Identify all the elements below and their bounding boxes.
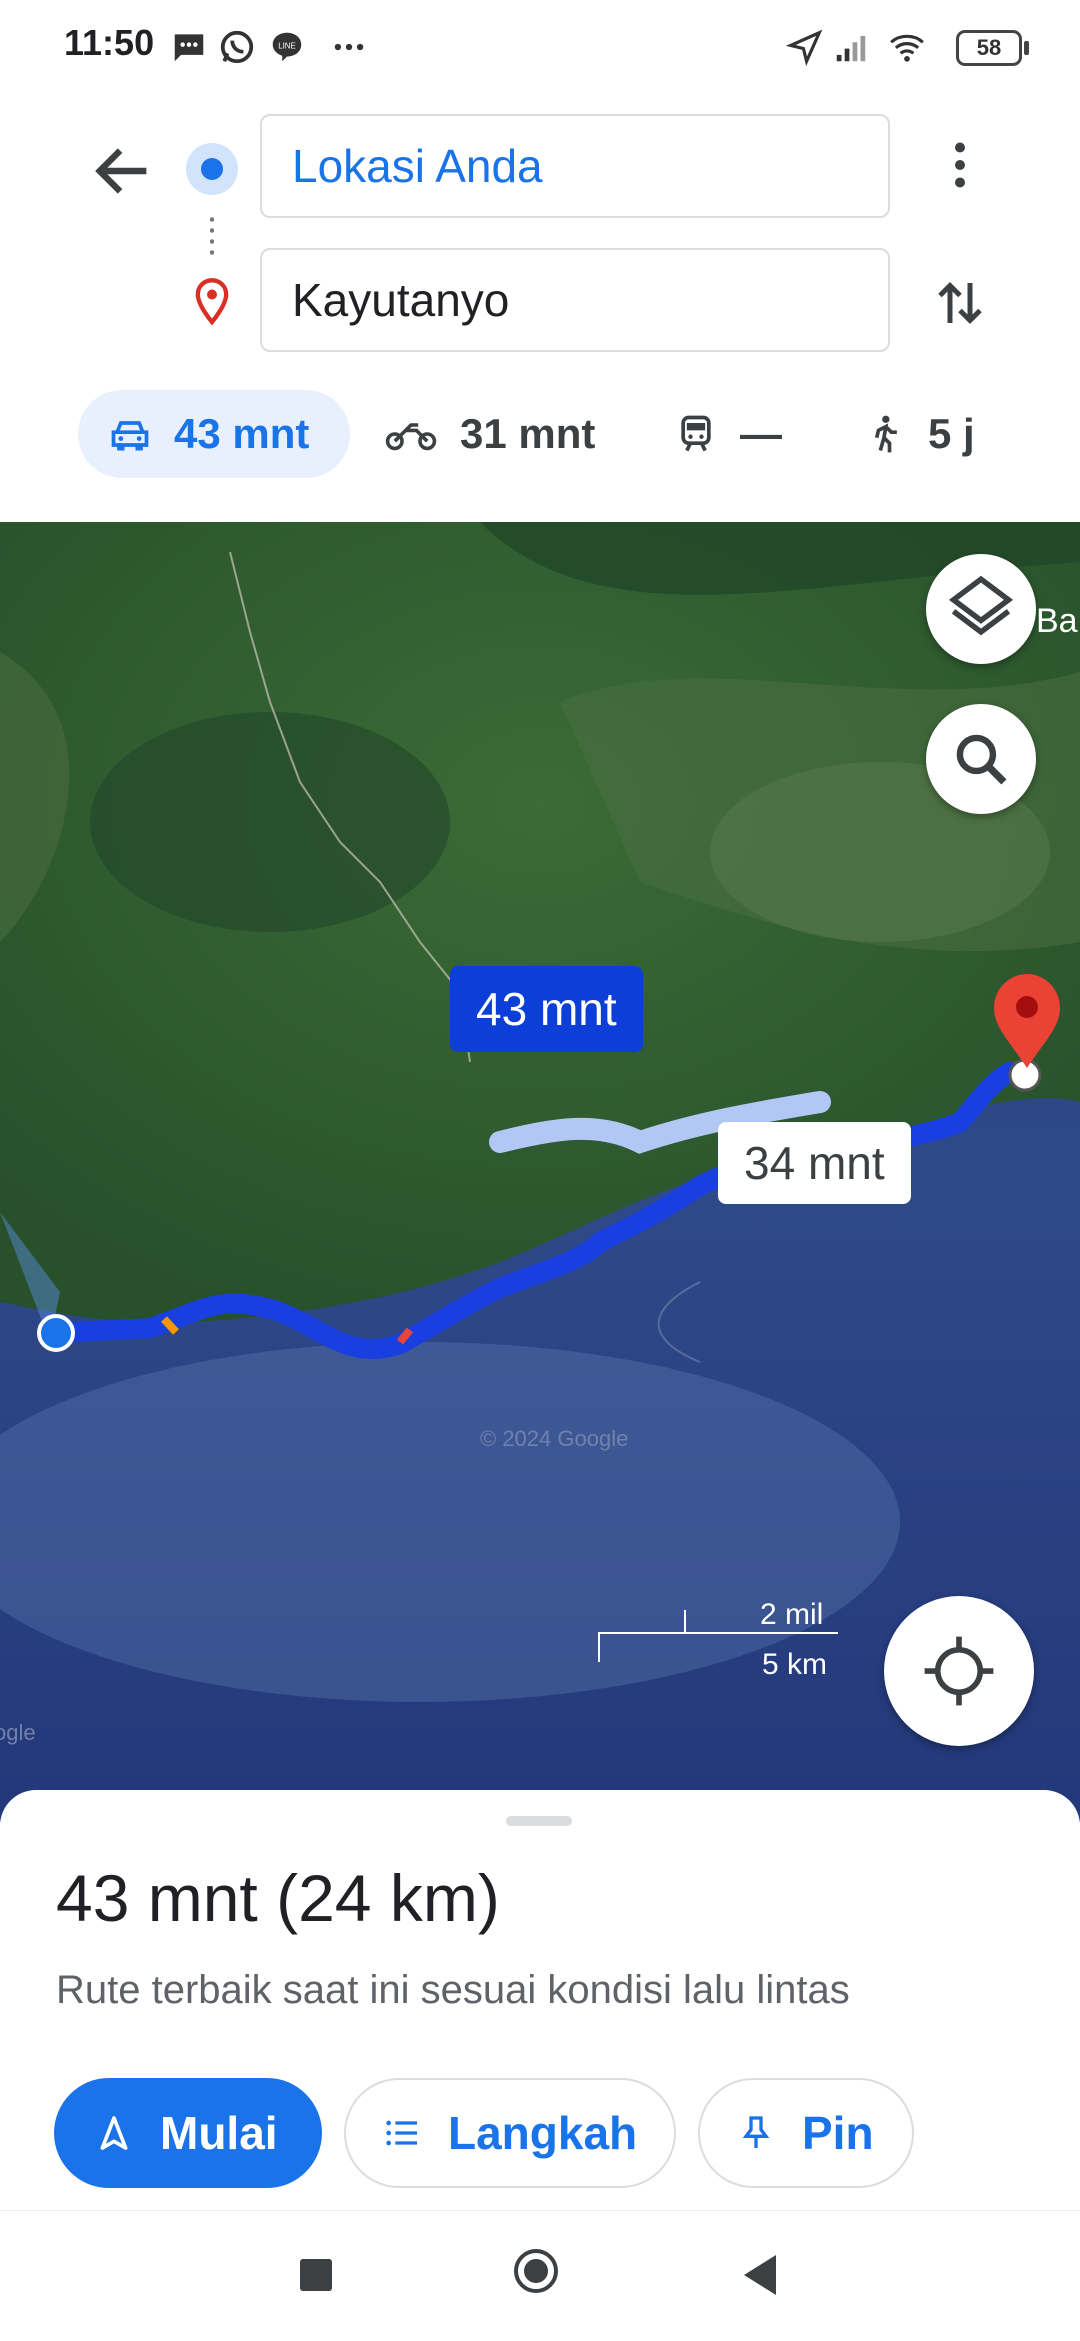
scale-bar: 2 mil 5 km bbox=[598, 1582, 838, 1681]
status-bar: 11:50 LINE 58 bbox=[0, 0, 1080, 100]
destination-pin-icon bbox=[195, 278, 229, 326]
route-time-label-alt[interactable]: 34 mnt bbox=[718, 1122, 911, 1204]
message-icon bbox=[174, 34, 204, 62]
scale-miles: 2 mil bbox=[760, 1598, 824, 1631]
origin-input[interactable]: Lokasi Anda bbox=[260, 114, 890, 218]
steps-button-label: Langkah bbox=[448, 2107, 638, 2159]
route-duration: 43 mnt bbox=[56, 1861, 258, 1935]
svg-text:LINE: LINE bbox=[278, 42, 296, 51]
pushpin-icon bbox=[742, 2116, 770, 2148]
more-vert-icon[interactable] bbox=[930, 130, 990, 200]
layers-icon bbox=[948, 575, 1014, 636]
motorcycle-icon bbox=[385, 423, 437, 451]
map-watermark-edge: ogle bbox=[0, 1720, 36, 1745]
tab-walking[interactable]: 5 j bbox=[862, 390, 975, 478]
route-connector bbox=[210, 214, 214, 258]
tab-motorcycle-label: 31 mnt bbox=[460, 410, 596, 457]
tab-walking-label: 5 j bbox=[928, 410, 975, 457]
start-button[interactable]: Mulai bbox=[54, 2078, 322, 2188]
route-description: Rute terbaik saat ini sesuai kondisi lal… bbox=[56, 1968, 850, 2012]
search-icon bbox=[956, 734, 1007, 785]
wifi-icon bbox=[890, 34, 924, 62]
origin-marker bbox=[37, 1314, 75, 1352]
tab-transit[interactable]: — bbox=[674, 390, 782, 478]
steps-button[interactable]: Langkah bbox=[344, 2078, 676, 2188]
car-icon bbox=[111, 421, 149, 451]
start-button-label: Mulai bbox=[160, 2107, 278, 2159]
tab-driving[interactable]: 43 mnt bbox=[78, 390, 350, 478]
route-time-label-primary[interactable]: 43 mnt bbox=[450, 966, 643, 1052]
crosshair-icon bbox=[924, 1636, 994, 1706]
layers-button[interactable] bbox=[926, 554, 1036, 664]
line-icon: LINE bbox=[272, 32, 302, 62]
tab-transit-label: — bbox=[740, 410, 782, 457]
destination-input[interactable]: Kayutanyo bbox=[260, 248, 890, 352]
back-nav-icon[interactable] bbox=[740, 2253, 780, 2297]
list-icon bbox=[386, 2120, 417, 2146]
pin-button[interactable]: Pin bbox=[698, 2078, 914, 2188]
map-view[interactable]: © 2024 Google ogle Ba 2 mil 5 km bbox=[0, 522, 1080, 1822]
my-location-button[interactable] bbox=[884, 1596, 1034, 1746]
route-distance: (24 km) bbox=[276, 1861, 500, 1935]
recents-icon[interactable] bbox=[300, 2259, 332, 2291]
map-watermark: © 2024 Google bbox=[480, 1426, 628, 1451]
sheet-drag-handle[interactable] bbox=[506, 1816, 572, 1826]
battery-icon: 58 bbox=[956, 30, 1029, 66]
train-icon bbox=[681, 415, 711, 452]
status-time: 11:50 bbox=[64, 22, 155, 63]
route-summary: 43 mnt (24 km) bbox=[56, 1860, 500, 1936]
tab-motorcycle[interactable]: 31 mnt bbox=[384, 390, 595, 478]
search-button[interactable] bbox=[926, 704, 1036, 814]
origin-dot-icon bbox=[186, 143, 238, 195]
swap-icon[interactable] bbox=[930, 268, 990, 338]
system-nav-bar bbox=[0, 2210, 1080, 2341]
scale-km: 5 km bbox=[762, 1648, 828, 1681]
signal-icon bbox=[836, 35, 866, 62]
location-arrow-icon bbox=[786, 29, 823, 66]
whatsapp-icon bbox=[220, 30, 254, 64]
walk-icon bbox=[874, 415, 897, 453]
navigation-icon bbox=[100, 2116, 128, 2150]
pin-button-label: Pin bbox=[802, 2107, 874, 2159]
tab-driving-label: 43 mnt bbox=[174, 410, 310, 457]
back-arrow-icon[interactable] bbox=[88, 136, 158, 206]
map-place-label: Ba bbox=[1036, 602, 1078, 640]
home-icon[interactable] bbox=[514, 2249, 558, 2293]
more-dots-icon bbox=[334, 43, 364, 51]
